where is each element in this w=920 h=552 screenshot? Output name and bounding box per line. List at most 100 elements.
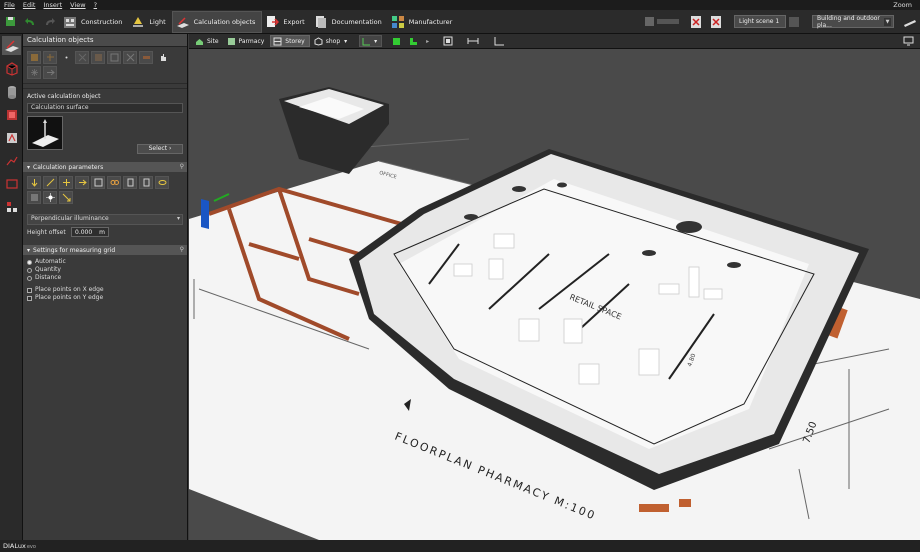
vertical-illuminance-icon[interactable] <box>43 176 57 189</box>
arrow-type-icon[interactable] <box>43 66 57 79</box>
active-object-header: Active calculation object <box>23 91 187 101</box>
3d-viewport[interactable]: RETAIL SPACE FLOORPLAN PHARMACY M:100 7.… <box>189 49 920 540</box>
cross-type-icon[interactable] <box>75 51 89 64</box>
graph-tool-icon[interactable] <box>2 151 21 170</box>
zoom-label[interactable]: Zoom <box>893 1 912 9</box>
scope-select[interactable]: Building and outdoor pla... ▼ <box>812 15 894 29</box>
measuring-grid-label: Settings for measuring grid <box>33 246 116 254</box>
pin-icon[interactable]: ⚲ <box>180 246 184 253</box>
cylinder-tool-icon[interactable] <box>2 82 21 101</box>
ruler-icon[interactable] <box>902 14 918 30</box>
tab-export[interactable]: Export <box>262 11 310 33</box>
active-object-name-field[interactable]: Calculation surface <box>27 103 183 113</box>
grid-option-distance[interactable]: Distance <box>23 274 187 282</box>
chevron-down-icon: ▾ <box>176 215 180 222</box>
light-scene-value: Light scene 1 <box>739 18 780 25</box>
save-icon[interactable] <box>2 14 18 30</box>
sun-icon[interactable] <box>43 191 57 204</box>
select-button[interactable]: Select › <box>137 144 183 154</box>
cube-tool-icon[interactable] <box>2 59 21 78</box>
tab-construction-label: Construction <box>81 17 123 26</box>
view-tab-parmacy[interactable]: Parmacy <box>225 35 269 47</box>
grid-tool-icon[interactable] <box>2 197 21 216</box>
stop-calculation-icon[interactable] <box>688 14 704 30</box>
dimension-button[interactable] <box>465 35 483 47</box>
glare-tool-icon[interactable] <box>2 128 21 147</box>
measure-button[interactable] <box>491 35 509 47</box>
menu-edit[interactable]: Edit <box>23 1 36 9</box>
plan-view-icon <box>362 37 371 45</box>
solid-view-button[interactable] <box>390 35 405 47</box>
height-offset-input[interactable]: 0.000 m <box>71 227 109 237</box>
undo-icon[interactable] <box>22 14 38 30</box>
plan-view-button[interactable]: ▾ <box>359 35 383 47</box>
dimension-icon <box>467 38 479 44</box>
place-points-x-checkbox[interactable]: Place points on X edge <box>23 286 187 294</box>
hand-cursor-icon[interactable] <box>155 51 169 64</box>
illuminance-type-select[interactable]: Perpendicular illuminance ▾ <box>27 214 183 225</box>
checkbox-icon <box>27 287 32 293</box>
tab-construction[interactable]: Construction <box>60 11 128 33</box>
spot-type-icon[interactable] <box>43 51 57 64</box>
area-type-icon[interactable] <box>91 51 105 64</box>
menu-view[interactable]: View <box>70 1 85 9</box>
camera-oriented-icon[interactable] <box>75 176 89 189</box>
ugr-type-icon[interactable] <box>123 51 137 64</box>
eye-icon[interactable] <box>155 176 169 189</box>
tab-documentation[interactable]: Documentation <box>311 11 388 33</box>
daylight-icon[interactable] <box>27 191 41 204</box>
star-type-icon[interactable] <box>27 66 41 79</box>
measure-type-icon[interactable] <box>139 51 153 64</box>
checkbox-icon <box>27 295 32 301</box>
report-tool-icon[interactable] <box>2 174 21 193</box>
volume-type-icon[interactable] <box>107 51 121 64</box>
screen-button[interactable] <box>901 35 918 47</box>
menu-file[interactable]: File <box>4 1 15 9</box>
play-button[interactable]: ▸ <box>424 35 433 47</box>
light-icon <box>133 16 144 27</box>
illuminance-icon[interactable] <box>27 176 41 189</box>
luminance-icon[interactable] <box>107 176 121 189</box>
zoom-extents-button[interactable] <box>441 35 457 47</box>
axis-marker <box>201 199 209 229</box>
light-scene-select[interactable]: Light scene 1 <box>734 15 786 28</box>
collapse-icon: ▾ <box>27 246 31 254</box>
height-offset-unit: m <box>99 228 105 236</box>
measuring-grid-header[interactable]: ▾ Settings for measuring grid ⚲ <box>23 245 187 255</box>
light-scene-options-icon[interactable] <box>788 14 800 30</box>
grid-option-quantity[interactable]: Quantity <box>23 266 187 274</box>
grid-option-automatic[interactable]: Automatic <box>23 258 187 266</box>
calculation-surface-tool-icon[interactable] <box>2 36 21 55</box>
view-tab-site[interactable]: Site <box>193 35 223 47</box>
document-view-icon[interactable] <box>139 176 153 189</box>
measure-icon <box>494 37 505 46</box>
place-points-y-checkbox[interactable]: Place points on Y edge <box>23 294 187 302</box>
calculate-icon[interactable] <box>642 14 684 30</box>
axis-marker-green <box>213 193 230 202</box>
menu-insert[interactable]: Insert <box>43 1 62 9</box>
tab-calculation-objects[interactable]: Calculation objects <box>171 10 263 33</box>
delete-results-icon[interactable] <box>708 14 724 30</box>
tab-light[interactable]: Light <box>128 11 171 33</box>
surface-type-icon[interactable] <box>27 51 41 64</box>
surface-illuminance-icon[interactable] <box>91 176 105 189</box>
calculation-parameters-header[interactable]: ▾ Calculation parameters ⚲ <box>23 162 187 172</box>
tab-manufacturer[interactable]: Manufacturer <box>388 11 459 33</box>
view-tab-shop[interactable]: shop ▾ <box>312 35 351 47</box>
view-tab-storey[interactable]: Storey <box>270 35 310 47</box>
room-tool-icon[interactable] <box>2 105 21 124</box>
parameters-toolbar <box>23 172 187 208</box>
plan-marker <box>679 499 691 507</box>
pin-icon[interactable]: ⚲ <box>180 163 184 170</box>
height-offset-label: Height offset <box>27 228 66 236</box>
redo-icon[interactable] <box>42 14 58 30</box>
radio-icon <box>27 259 32 265</box>
documentation-icon <box>315 15 326 28</box>
wire-view-button[interactable] <box>407 35 422 47</box>
phone-view-icon[interactable] <box>123 176 137 189</box>
horizontal-illuminance-icon[interactable] <box>59 176 73 189</box>
direction-icon[interactable] <box>59 191 73 204</box>
menu-help[interactable]: ? <box>94 1 97 9</box>
point-type-icon[interactable] <box>59 51 73 64</box>
place-points-x-label: Place points on X edge <box>35 286 104 293</box>
